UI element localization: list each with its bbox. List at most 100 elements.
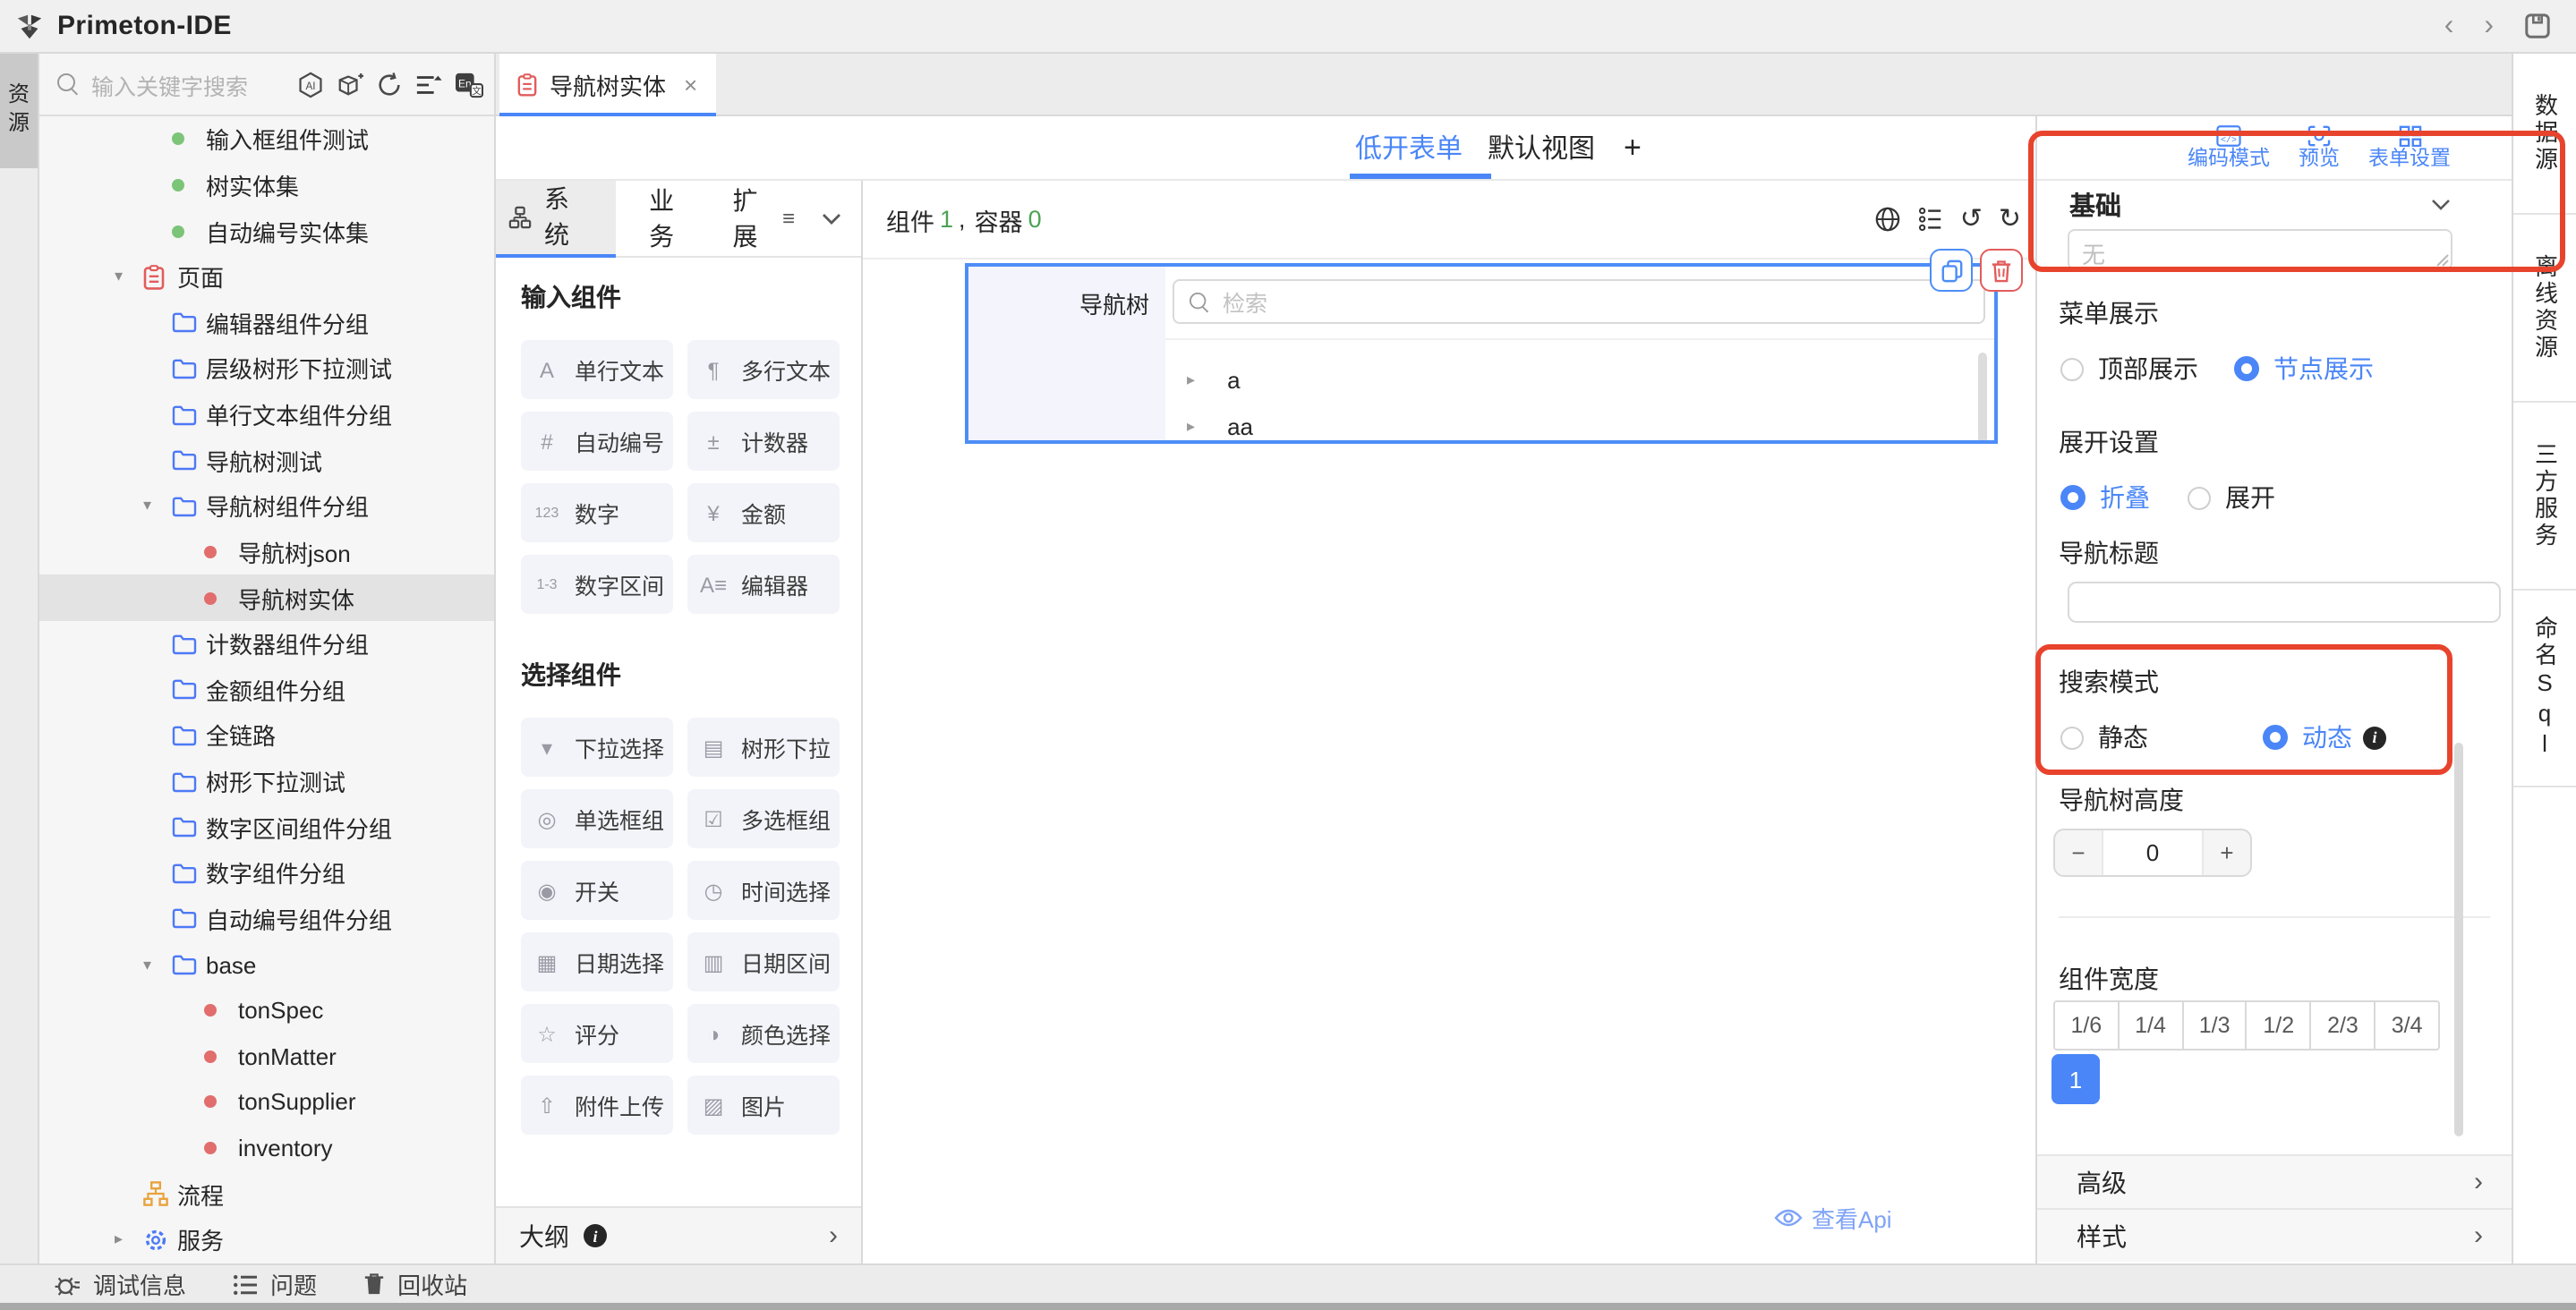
palette-item-下拉选择[interactable]: ▾下拉选择 bbox=[521, 718, 673, 777]
refresh-icon[interactable] bbox=[376, 71, 403, 98]
palette-item-编辑器[interactable]: A≡编辑器 bbox=[687, 555, 840, 614]
right-rail-tab-数据源[interactable]: 数据源 bbox=[2513, 54, 2576, 215]
tree-item-树形下拉测试[interactable]: 树形下拉测试 bbox=[39, 759, 494, 804]
advanced-section-header[interactable]: 高级 › bbox=[2037, 1154, 2512, 1208]
outline-bar[interactable]: 大纲 i › bbox=[496, 1206, 861, 1263]
nav-tree-component[interactable]: 导航树 检索 ▸a▸aa bbox=[965, 263, 1998, 444]
save-icon[interactable] bbox=[2524, 13, 2551, 39]
palette-tab-business[interactable]: 业务 bbox=[649, 183, 698, 254]
globe-icon[interactable] bbox=[1874, 206, 1901, 233]
code-mode-button[interactable]: </> 编码模式 bbox=[2188, 125, 2270, 174]
width-option-2/3[interactable]: 2/3 bbox=[2310, 1002, 2375, 1049]
radio-dynamic[interactable]: 动态 i bbox=[2263, 719, 2386, 755]
statusbar-item-问题[interactable]: 问题 bbox=[233, 1267, 317, 1301]
explorer-search-input[interactable]: 输入关键字搜索 bbox=[91, 67, 248, 101]
width-option-3/4[interactable]: 3/4 bbox=[2374, 1002, 2438, 1049]
basic-section-header[interactable]: 基础 bbox=[2037, 181, 2512, 227]
palette-item-数字区间[interactable]: 1-3数字区间 bbox=[521, 555, 673, 614]
scrollbar-thumb[interactable] bbox=[1978, 353, 1987, 444]
new-model-icon[interactable] bbox=[337, 71, 363, 98]
nav-tree-node-aa[interactable]: ▸aa bbox=[1187, 403, 1253, 444]
tree-item-自动编号实体集[interactable]: 自动编号实体集 bbox=[39, 208, 494, 254]
tree-item-导航树json[interactable]: 导航树json bbox=[39, 529, 494, 574]
history-forward-icon[interactable]: › bbox=[2484, 12, 2494, 40]
tree-item-数字区间组件分组[interactable]: 数字区间组件分组 bbox=[39, 804, 494, 850]
stepper-minus-button[interactable]: − bbox=[2055, 830, 2102, 875]
tree-item-输入框组件测试[interactable]: 输入框组件测试 bbox=[39, 116, 494, 162]
radio-collapse[interactable]: 折叠 bbox=[2060, 480, 2150, 515]
tree-item-导航树组件分组[interactable]: ▾导航树组件分组 bbox=[39, 483, 494, 529]
nav-tree-node-a[interactable]: ▸a bbox=[1187, 356, 1241, 403]
palette-item-颜色选择[interactable]: ◑颜色选择 bbox=[687, 1004, 840, 1063]
add-view-tab-button[interactable]: + bbox=[1624, 116, 1642, 179]
view-api-link[interactable]: 查看Api bbox=[1774, 1201, 1892, 1235]
palette-item-图片[interactable]: ▨图片 bbox=[687, 1076, 840, 1135]
caret-right-icon[interactable]: ▸ bbox=[1187, 370, 1195, 389]
radio-expand[interactable]: 展开 bbox=[2188, 480, 2275, 515]
palette-item-计数器[interactable]: ±计数器 bbox=[687, 412, 840, 471]
palette-item-单行文本[interactable]: A单行文本 bbox=[521, 340, 673, 399]
undo-icon[interactable]: ↺ bbox=[1960, 206, 1983, 233]
caret-icon[interactable]: ▾ bbox=[143, 497, 172, 516]
tree-item-流程[interactable]: 流程 bbox=[39, 1171, 494, 1217]
palette-item-树形下拉[interactable]: ▤树形下拉 bbox=[687, 718, 840, 777]
caret-right-icon[interactable]: ▸ bbox=[1187, 416, 1195, 436]
right-rail-tab-命名Sql[interactable]: 命名Sql bbox=[2513, 591, 2576, 787]
comp-width-selected[interactable]: 1 bbox=[2051, 1054, 2100, 1104]
statusbar-item-调试信息[interactable]: 调试信息 bbox=[54, 1267, 186, 1301]
tree-item-树实体集[interactable]: 树实体集 bbox=[39, 162, 494, 208]
tree-item-自动编号组件分组[interactable]: 自动编号组件分组 bbox=[39, 896, 494, 941]
scrollbar-thumb[interactable] bbox=[2454, 743, 2463, 1136]
width-option-1/4[interactable]: 1/4 bbox=[2118, 1002, 2182, 1049]
tree-item-计数器组件分组[interactable]: 计数器组件分组 bbox=[39, 621, 494, 667]
tree-item-base[interactable]: ▾base bbox=[39, 942, 494, 988]
tree-item-tonSpec[interactable]: tonSpec bbox=[39, 988, 494, 1034]
tab-default-view[interactable]: 默认视图 bbox=[1488, 116, 1595, 179]
tab-lowcode-form[interactable]: 低开表单 bbox=[1355, 116, 1463, 179]
statusbar-item-回收站[interactable]: 回收站 bbox=[363, 1267, 467, 1301]
palette-item-金额[interactable]: ¥金额 bbox=[687, 483, 840, 542]
width-option-1/2[interactable]: 1/2 bbox=[2246, 1002, 2310, 1049]
tree-item-编辑器组件分组[interactable]: 编辑器组件分组 bbox=[39, 300, 494, 345]
palette-item-数字[interactable]: 123数字 bbox=[521, 483, 673, 542]
outline-tree-icon[interactable] bbox=[1917, 206, 1944, 233]
preview-button[interactable]: 预览 bbox=[2299, 125, 2340, 174]
palette-item-时间选择[interactable]: ◷时间选择 bbox=[687, 861, 840, 920]
caret-icon[interactable]: ▸ bbox=[115, 1230, 143, 1250]
tree-item-金额组件分组[interactable]: 金额组件分组 bbox=[39, 667, 494, 712]
resize-handle-icon[interactable] bbox=[2436, 254, 2449, 267]
translate-icon[interactable]: En文 bbox=[455, 71, 483, 98]
palette-tab-extension[interactable]: 扩展 bbox=[733, 183, 782, 254]
radio-node-display[interactable]: 节点展示 bbox=[2234, 351, 2374, 387]
right-rail-tab-离线资源[interactable]: 离线资源 bbox=[2513, 215, 2576, 403]
palette-item-开关[interactable]: ◉开关 bbox=[521, 861, 673, 920]
close-icon[interactable]: × bbox=[684, 72, 697, 98]
palette-item-自动编号[interactable]: #自动编号 bbox=[521, 412, 673, 471]
stepper-value[interactable]: 0 bbox=[2102, 830, 2204, 875]
palette-item-单选框组[interactable]: ◎单选框组 bbox=[521, 789, 673, 848]
tree-item-导航树测试[interactable]: 导航树测试 bbox=[39, 438, 494, 483]
tree-item-tonSupplier[interactable]: tonSupplier bbox=[39, 1079, 494, 1125]
style-section-header[interactable]: 样式 › bbox=[2037, 1208, 2512, 1262]
nav-title-input[interactable] bbox=[2068, 582, 2501, 623]
tree-item-导航树实体[interactable]: 导航树实体 bbox=[39, 575, 494, 621]
chevron-down-icon[interactable] bbox=[822, 212, 841, 225]
width-option-1/6[interactable]: 1/6 bbox=[2055, 1002, 2118, 1049]
rail-tab-resources[interactable]: 资源 bbox=[0, 54, 38, 168]
tree-item-页面[interactable]: ▾页面 bbox=[39, 254, 494, 300]
editor-tab-active[interactable]: 导航树实体 × bbox=[499, 54, 715, 116]
right-rail-tab-三方服务[interactable]: 三方服务 bbox=[2513, 403, 2576, 591]
caret-icon[interactable]: ▾ bbox=[115, 267, 143, 286]
caret-icon[interactable]: ▾ bbox=[143, 955, 172, 974]
tree-item-inventory[interactable]: inventory bbox=[39, 1126, 494, 1171]
basic-textarea[interactable] bbox=[2068, 229, 2452, 270]
palette-item-日期区间[interactable]: ▥日期区间 bbox=[687, 932, 840, 991]
tree-item-全链路[interactable]: 全链路 bbox=[39, 712, 494, 758]
radio-top-display[interactable]: 顶部展示 bbox=[2060, 351, 2198, 387]
form-settings-button[interactable]: 表单设置 bbox=[2368, 125, 2451, 174]
palette-item-附件上传[interactable]: ⇧附件上传 bbox=[521, 1076, 673, 1135]
width-option-1/3[interactable]: 1/3 bbox=[2181, 1002, 2246, 1049]
palette-list-icon[interactable]: ≡ bbox=[782, 206, 795, 231]
palette-item-日期选择[interactable]: ▦日期选择 bbox=[521, 932, 673, 991]
component-search-input[interactable]: 检索 bbox=[1173, 279, 1985, 324]
